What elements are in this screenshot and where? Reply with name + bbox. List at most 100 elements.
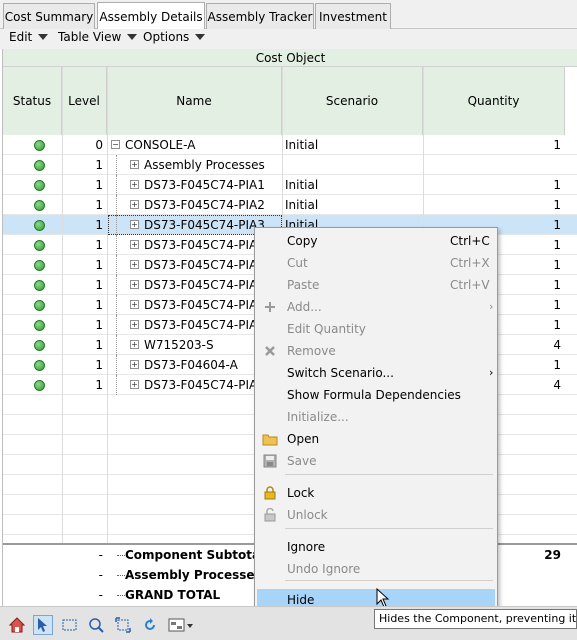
chevron-down-icon	[127, 34, 138, 40]
layout-icon[interactable]	[167, 615, 195, 635]
tree-line	[116, 335, 117, 355]
menu-item-label: Edit Quantity	[287, 322, 366, 336]
select-rect-icon[interactable]	[60, 615, 80, 635]
menu-item-switch-scenario[interactable]: Switch Scenario... ›	[257, 362, 495, 384]
status-indicator	[34, 180, 45, 191]
totals-level-cell: -	[98, 588, 103, 602]
expand-icon[interactable]: +	[130, 280, 139, 289]
level-cell: 1	[95, 298, 103, 312]
tree-line	[117, 555, 125, 556]
quantity-cell: 1	[553, 198, 561, 212]
column-header-status[interactable]: Status	[3, 67, 62, 135]
menu-bar: Edit Table View Options	[0, 29, 577, 49]
status-indicator	[34, 140, 45, 151]
collapse-icon[interactable]: −	[111, 140, 120, 149]
menu-item-unlock[interactable]: Unlock	[257, 504, 495, 526]
table-row[interactable]: 1 + Assembly Processes	[3, 155, 577, 175]
menu-item-edit-quantity[interactable]: Edit Quantity	[257, 318, 495, 340]
menu-item-label: Unlock	[287, 508, 328, 522]
save-icon	[262, 453, 278, 469]
refresh-icon[interactable]	[140, 615, 160, 635]
menu-item-label: Ignore	[287, 540, 326, 554]
menu-item-label: Cut	[287, 256, 308, 270]
level-cell: 0	[95, 138, 103, 152]
column-header-name[interactable]: Name	[107, 67, 282, 135]
expand-icon[interactable]: +	[130, 340, 139, 349]
level-cell: 1	[95, 218, 103, 232]
menu-item-label: Paste	[287, 278, 320, 292]
column-divider	[62, 67, 63, 543]
chevron-right-icon: ›	[489, 300, 494, 313]
totals-level-cell: -	[98, 568, 103, 582]
menu-item-save[interactable]: Save	[257, 450, 495, 472]
menu-item-cut[interactable]: Cut Ctrl+X	[257, 252, 495, 274]
table-row[interactable]: 1 + DS73-F045C74-PIA1 Initial 1	[3, 175, 577, 195]
column-header-level[interactable]: Level	[62, 67, 107, 135]
tree-line	[116, 255, 117, 275]
table-row[interactable]: 1 + DS73-F045C74-PIA2 Initial 1	[3, 195, 577, 215]
home-icon[interactable]	[7, 615, 27, 635]
status-indicator	[34, 320, 45, 331]
expand-icon[interactable]: +	[130, 180, 139, 189]
tree-line	[116, 315, 117, 335]
scenario-cell: Initial	[285, 198, 319, 212]
quantity-cell: 1	[553, 138, 561, 152]
menu-item-lock[interactable]: Lock	[257, 482, 495, 504]
menu-item-show-formula-dependencies[interactable]: Show Formula Dependencies	[257, 384, 495, 406]
unlock-icon	[262, 507, 278, 523]
level-cell: 1	[95, 378, 103, 392]
menu-item-undo-ignore[interactable]: Undo Ignore	[257, 558, 495, 580]
chevron-down-icon	[195, 34, 206, 40]
menu-item-label: Add...	[287, 300, 322, 314]
tab-cost-summary[interactable]: Cost Summary	[3, 3, 95, 29]
status-indicator	[34, 300, 45, 311]
expand-icon[interactable]: +	[130, 160, 139, 169]
menu-separator	[285, 474, 493, 475]
level-cell: 1	[95, 358, 103, 372]
tab-investment[interactable]: Investment	[315, 3, 391, 29]
menu-item-ignore[interactable]: Ignore	[257, 536, 495, 558]
expand-icon[interactable]: +	[130, 360, 139, 369]
chevron-down-icon	[38, 34, 49, 40]
menu-item-paste[interactable]: Paste Ctrl+V	[257, 274, 495, 296]
expand-icon[interactable]: +	[130, 260, 139, 269]
tree-line	[117, 575, 125, 576]
fit-icon[interactable]	[113, 615, 133, 635]
edit-menu[interactable]: Edit	[9, 30, 49, 44]
menu-item-open[interactable]: Open	[257, 428, 495, 450]
tree-line	[116, 355, 117, 375]
table-view-menu[interactable]: Table View	[58, 30, 138, 44]
menu-separator	[285, 580, 493, 581]
expand-icon[interactable]: +	[130, 240, 139, 249]
status-indicator	[34, 340, 45, 351]
menu-item-shortcut: Ctrl+X	[450, 256, 490, 270]
zoom-icon[interactable]	[86, 615, 106, 635]
name-cell: DS73-F045C74-PIA2	[144, 198, 265, 212]
menu-item-initialize[interactable]: Initialize...	[257, 406, 495, 428]
tab-assembly-details[interactable]: Assembly Details	[97, 2, 205, 30]
tab-bar: Cost Summary Assembly Details Assembly T…	[0, 0, 577, 30]
scenario-cell	[285, 155, 421, 175]
level-cell: 1	[95, 278, 103, 292]
table-row[interactable]: 0− CONSOLE-A Initial 1	[3, 135, 577, 155]
column-header-scenario[interactable]: Scenario	[282, 67, 423, 135]
expand-icon[interactable]: +	[130, 200, 139, 209]
expand-icon[interactable]: +	[130, 380, 139, 389]
menu-item-add[interactable]: Add... ›	[257, 296, 495, 318]
tree-line	[116, 195, 117, 215]
group-header-cost-object: Cost Object	[3, 49, 577, 67]
tab-assembly-tracker[interactable]: Assembly Tracker	[206, 3, 314, 29]
pointer-icon[interactable]	[33, 615, 53, 635]
options-menu[interactable]: Options	[143, 30, 206, 44]
menu-item-label: Lock	[287, 486, 315, 500]
expand-icon[interactable]: +	[130, 320, 139, 329]
menu-item-remove[interactable]: Remove	[257, 340, 495, 362]
column-header-quantity[interactable]: Quantity	[423, 67, 565, 135]
menu-item-label: Remove	[287, 344, 336, 358]
close-icon	[262, 343, 278, 359]
menu-item-label: Copy	[287, 234, 318, 248]
menu-item-copy[interactable]: Copy Ctrl+C	[257, 230, 495, 252]
lock-icon	[262, 485, 278, 501]
level-cell: 1	[95, 258, 103, 272]
expand-icon[interactable]: +	[130, 300, 139, 309]
